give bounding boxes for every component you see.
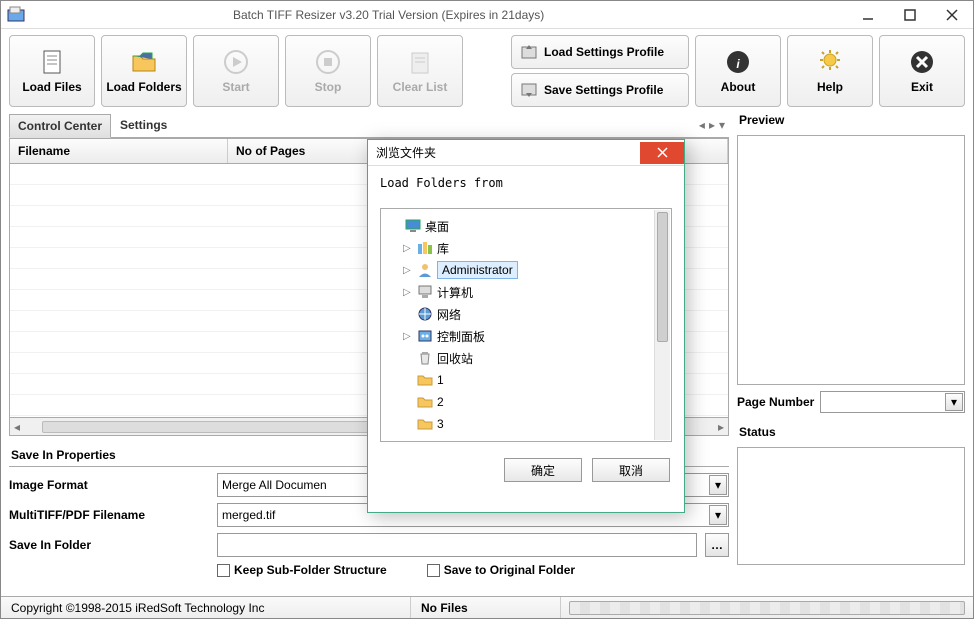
about-button[interactable]: i About (695, 35, 781, 107)
chevron-down-icon[interactable]: ▾ (709, 505, 727, 525)
save-folder-input[interactable] (217, 533, 697, 557)
expand-icon[interactable]: ▷ (403, 265, 413, 276)
tabs-prev-icon[interactable]: ◂ (699, 118, 705, 132)
tabs-dropdown-icon[interactable]: ▾ (719, 118, 725, 132)
start-button[interactable]: Start (193, 35, 279, 107)
close-button[interactable] (931, 2, 973, 28)
network-icon (417, 306, 433, 322)
preview-pane (737, 135, 965, 385)
progress-bar (569, 601, 965, 615)
tabs-next-icon[interactable]: ▸ (709, 118, 715, 132)
keep-subfolder-checkbox[interactable]: Keep Sub-Folder Structure (217, 563, 387, 577)
save-original-checkbox[interactable]: Save to Original Folder (427, 563, 575, 577)
exit-icon (908, 48, 936, 76)
browse-folder-dialog: 浏览文件夹 Load Folders from 桌面 ▷ 库 ▷ Adminis… (367, 139, 685, 513)
dialog-close-button[interactable] (640, 142, 684, 164)
profile-save-icon (520, 81, 538, 99)
tree-vscrollbar[interactable] (654, 210, 670, 440)
stop-icon (314, 48, 342, 76)
tree-item-folder-2[interactable]: 2 (385, 391, 667, 413)
stop-button[interactable]: Stop (285, 35, 371, 107)
scroll-left-icon[interactable]: ◂ (10, 420, 24, 434)
tree-item-library[interactable]: ▷ 库 (385, 237, 667, 259)
clear-list-button[interactable]: Clear List (377, 35, 463, 107)
profile-load-icon (520, 43, 538, 61)
save-folder-label: Save In Folder (9, 538, 209, 552)
folder-icon (417, 416, 433, 432)
window-title: Batch TIFF Resizer v3.20 Trial Version (… (33, 8, 544, 22)
file-count-text: No Files (411, 597, 561, 618)
clear-icon (406, 48, 434, 76)
status-header: Status (737, 425, 965, 441)
file-icon (38, 48, 66, 76)
tree-item-control-panel[interactable]: ▷ 控制面板 (385, 325, 667, 347)
tree-item-folder-3[interactable]: 3 (385, 413, 667, 435)
tree-item-computer[interactable]: ▷ 计算机 (385, 281, 667, 303)
main-toolbar: Load Files Load Folders Start Stop Clear… (1, 29, 973, 113)
multitiff-filename-label: MultiTIFF/PDF Filename (9, 508, 209, 522)
app-icon (7, 6, 25, 24)
save-settings-profile-button[interactable]: Save Settings Profile (511, 73, 689, 107)
titlebar: Batch TIFF Resizer v3.20 Trial Version (… (1, 1, 973, 29)
dialog-titlebar[interactable]: 浏览文件夹 (368, 140, 684, 166)
copyright-text: Copyright ©1998-2015 iRedSoft Technology… (1, 597, 411, 618)
computer-icon (417, 284, 433, 300)
play-icon (222, 48, 250, 76)
tab-control-center[interactable]: Control Center (9, 114, 111, 138)
page-number-label: Page Number (737, 395, 814, 409)
status-pane (737, 447, 965, 565)
tree-item-administrator[interactable]: ▷ Administrator (385, 259, 667, 281)
help-icon (816, 48, 844, 76)
control-panel-icon (417, 328, 433, 344)
image-format-label: Image Format (9, 478, 209, 492)
browse-folder-button[interactable]: … (705, 533, 729, 557)
tree-item-folder-1[interactable]: 1 (385, 369, 667, 391)
folder-icon (417, 372, 433, 388)
minimize-button[interactable] (847, 2, 889, 28)
col-filename[interactable]: Filename (10, 139, 228, 163)
folder-icon (130, 48, 158, 76)
tabs: Control Center Settings ◂ ▸ ▾ (9, 113, 729, 138)
help-button[interactable]: Help (787, 35, 873, 107)
chevron-down-icon[interactable]: ▾ (709, 475, 727, 495)
load-folders-button[interactable]: Load Folders (101, 35, 187, 107)
scroll-thumb[interactable] (42, 421, 372, 433)
tab-settings[interactable]: Settings (111, 113, 176, 137)
page-number-combo[interactable]: ▾ (820, 391, 965, 413)
expand-icon[interactable]: ▷ (403, 287, 413, 298)
expand-icon[interactable]: ▷ (403, 331, 413, 342)
load-settings-profile-button[interactable]: Load Settings Profile (511, 35, 689, 69)
dialog-ok-button[interactable]: 确定 (504, 458, 582, 482)
status-bar: Copyright ©1998-2015 iRedSoft Technology… (1, 596, 973, 618)
tree-item-network[interactable]: 网络 (385, 303, 667, 325)
dialog-subtitle: Load Folders from (368, 166, 684, 190)
maximize-button[interactable] (889, 2, 931, 28)
tree-item-recycle[interactable]: 回收站 (385, 347, 667, 369)
recycle-icon (417, 350, 433, 366)
desktop-icon (405, 218, 421, 234)
folder-icon (417, 394, 433, 410)
folder-tree[interactable]: 桌面 ▷ 库 ▷ Administrator ▷ 计算机 网络 ▷ 控制面板 (380, 208, 672, 442)
expand-icon[interactable]: ▷ (403, 243, 413, 254)
dialog-title: 浏览文件夹 (376, 144, 436, 161)
tree-item-desktop[interactable]: 桌面 (385, 215, 667, 237)
user-icon (417, 262, 433, 278)
scroll-right-icon[interactable]: ▸ (714, 420, 728, 434)
load-files-button[interactable]: Load Files (9, 35, 95, 107)
preview-header: Preview (737, 113, 965, 129)
info-icon: i (724, 48, 752, 76)
dialog-cancel-button[interactable]: 取消 (592, 458, 670, 482)
exit-button[interactable]: Exit (879, 35, 965, 107)
chevron-down-icon[interactable]: ▾ (945, 393, 963, 411)
library-icon (417, 240, 433, 256)
